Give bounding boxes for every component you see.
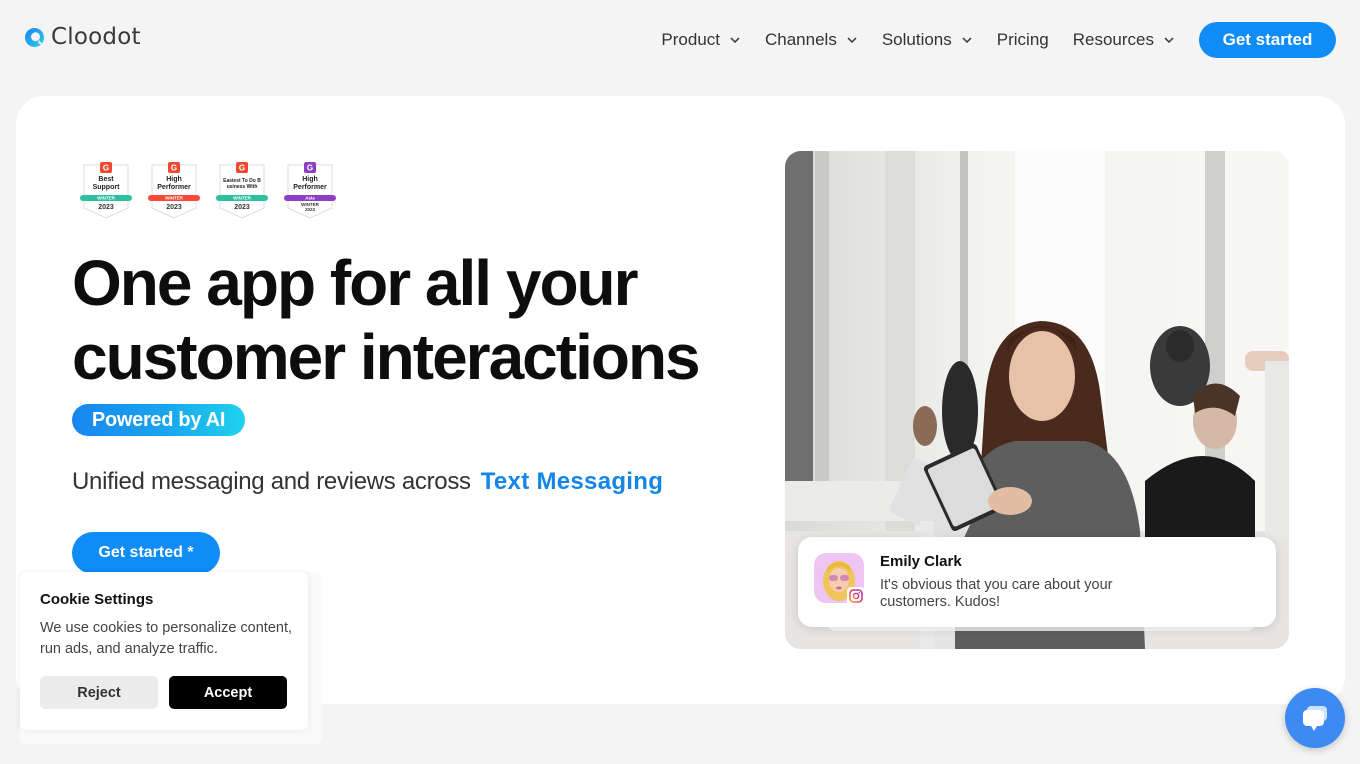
site-header: Cloodot Product Channels Solutions Prici… <box>0 0 1360 80</box>
g2-badge-high-performer: G High Performer WINTER 2023 <box>148 162 200 220</box>
hero-subline: Unified messaging and reviews across Text… <box>72 468 663 496</box>
review-text: It's obvious that you care about your cu… <box>880 577 1113 610</box>
badge-title: Performer <box>157 184 191 191</box>
g2-badge-easiest-to-do-business: G Easiest To Do Business With WINTER 2023 <box>216 162 268 220</box>
main-nav: Product Channels Solutions Pricing Resou… <box>661 22 1336 58</box>
nav-label: Product <box>661 30 720 49</box>
powered-by-ai-pill: Powered by AI <box>72 404 245 436</box>
subline-prefix: Unified messaging and reviews across <box>72 468 471 495</box>
cookie-banner: Cookie Settings We use cookies to person… <box>20 572 308 730</box>
badge-title: Best <box>98 176 114 183</box>
chevron-down-icon <box>847 37 857 44</box>
chat-bubbles-icon <box>1303 706 1327 731</box>
nav-label: Resources <box>1072 30 1154 49</box>
nav-label: Solutions <box>881 30 952 49</box>
brand-name: Cloodot <box>51 24 141 50</box>
nav-solutions[interactable]: Solutions <box>882 30 973 50</box>
g2-logo-letter: G <box>103 164 109 173</box>
headline-line-2: customer interactions <box>72 321 701 393</box>
badge-ribbon-text: WINTER <box>233 196 251 201</box>
brand-logo[interactable]: Cloodot <box>24 24 141 50</box>
chevron-down-icon <box>730 37 740 44</box>
reviewer-name: Emily Clark <box>880 553 962 570</box>
cookie-accept-button[interactable]: Accept <box>169 676 287 709</box>
chat-launcher-button[interactable] <box>1285 688 1345 748</box>
header-get-started-button[interactable]: Get started <box>1199 22 1336 58</box>
badge-title: High <box>166 176 182 183</box>
g2-logo-letter: G <box>239 164 245 173</box>
chevron-down-icon <box>962 37 972 44</box>
headline-line-1: One app for all your <box>72 247 639 319</box>
nav-product[interactable]: Product <box>661 30 741 50</box>
g2-badge-high-performer-asia: G High Performer Asia WINTER 2023 <box>284 162 336 220</box>
rotating-channel-text: Text Messaging <box>480 468 664 495</box>
chevron-down-icon <box>1164 37 1174 44</box>
nav-label: Pricing <box>996 30 1049 49</box>
badge-year: 2023 <box>234 204 250 211</box>
badge-year: 2023 <box>305 207 316 212</box>
cookie-text: We use cookies to personalize content, r… <box>40 620 293 657</box>
badge-title: usiness With <box>227 184 258 190</box>
badge-title: High <box>302 176 318 183</box>
review-card: Emily Clark It's obvious that you care a… <box>798 537 1276 627</box>
g2-badge-best-support: G Best Support WINTER 2023 <box>80 162 132 220</box>
g2-logo-letter: G <box>307 164 313 173</box>
award-badges: G Best Support WINTER 2023 G High Performer WIN… <box>80 162 336 220</box>
badge-title: Performer <box>293 184 327 191</box>
nav-resources[interactable]: Resources <box>1073 30 1175 50</box>
badge-title: Support <box>93 184 120 191</box>
cookie-reject-button[interactable]: Reject <box>40 676 158 709</box>
badge-year: 2023 <box>166 204 182 211</box>
nav-label: Channels <box>765 30 837 49</box>
badge-ribbon-text: WINTER <box>165 196 183 201</box>
badge-ribbon-text: WINTER <box>97 196 115 201</box>
cloodot-logo-icon <box>24 27 45 48</box>
hero-headline: One app for all your customer interactio… <box>72 246 701 394</box>
g2-logo-letter: G <box>171 164 177 173</box>
nav-pricing[interactable]: Pricing <box>997 30 1049 50</box>
instagram-icon <box>847 587 865 605</box>
badge-year: 2023 <box>98 204 114 211</box>
badge-ribbon-text: Asia <box>305 196 315 201</box>
hero-get-started-button[interactable]: Get started * <box>72 532 220 574</box>
cookie-title: Cookie Settings <box>40 591 154 608</box>
nav-channels[interactable]: Channels <box>765 30 858 50</box>
